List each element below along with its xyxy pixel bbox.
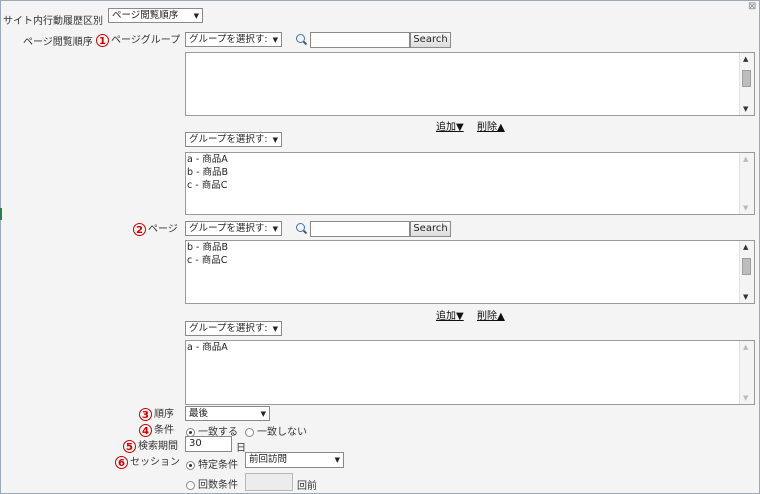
dropdown-arrow-icon: ▼ <box>272 225 278 233</box>
list-item[interactable]: c - 商品C <box>186 254 754 267</box>
close-icon[interactable]: ⊠ <box>748 1 756 12</box>
order-label: 3 順序 <box>139 405 174 421</box>
list-item[interactable]: c - 商品C <box>186 179 754 192</box>
period-label-text: 検索期間 <box>138 441 178 452</box>
scroll-up-icon[interactable]: ▲ <box>743 243 748 251</box>
page-search-button[interactable]: Search <box>410 221 451 237</box>
page-selected-filter-value: グループを選択す: <box>189 323 268 334</box>
search-icon <box>296 223 305 232</box>
list-item[interactable]: a - 商品A <box>186 153 754 166</box>
period-input[interactable]: 30 <box>185 436 232 452</box>
condition-option-nomatch[interactable]: 一致しない <box>245 423 307 438</box>
page-group-selected-list[interactable]: a - 商品A b - 商品B c - 商品C ▲ ▼ <box>185 152 755 215</box>
scrollbar[interactable]: ▲ ▼ <box>739 153 754 214</box>
order-select-value: 最後 <box>189 408 209 419</box>
condition-label-text: 条件 <box>154 425 174 436</box>
page-add-link[interactable]: 追加▼ <box>436 307 464 322</box>
behavior-type-select-value: ページ閲覧順序 <box>112 10 179 21</box>
marker-6: 6 <box>115 455 128 469</box>
scrollbar[interactable]: ▲ ▼ <box>739 341 754 404</box>
scrollbar[interactable]: ▲ ▼ <box>739 53 754 115</box>
condition-label: 4 条件 <box>139 421 174 437</box>
marker-3: 3 <box>139 407 152 421</box>
page-group-filter-value: グループを選択す: <box>189 34 268 45</box>
page-available-list[interactable]: b - 商品B c - 商品C ▲ ▼ <box>185 240 755 304</box>
order-label-text: 順序 <box>154 409 174 420</box>
session-specific-select-value: 前回訪問 <box>249 454 288 465</box>
scroll-down-icon[interactable]: ▼ <box>743 204 748 212</box>
page-selected-list[interactable]: a - 商品A ▲ ▼ <box>185 340 755 405</box>
page-group-label-text: ページグループ <box>111 35 181 46</box>
page-group-selected-filter-select[interactable]: グループを選択す: ▼ <box>185 132 282 147</box>
scroll-down-icon[interactable]: ▼ <box>743 293 748 301</box>
session-label-text: セッション <box>130 457 180 468</box>
page-remove-link[interactable]: 削除▲ <box>477 307 505 322</box>
behavior-type-label: サイト内行動履歴区別 <box>3 16 103 27</box>
page-group-add-link[interactable]: 追加▼ <box>436 118 464 133</box>
page-group-available-list[interactable]: ▲ ▼ <box>185 52 755 116</box>
page-group-remove-link[interactable]: 削除▲ <box>477 118 505 133</box>
list-item[interactable]: a - 商品A <box>186 341 754 354</box>
marker-5: 5 <box>123 439 136 453</box>
scroll-down-icon[interactable]: ▼ <box>743 394 748 402</box>
scroll-up-icon[interactable]: ▲ <box>743 343 748 351</box>
section-label-page-order: ページ閲覧順序 <box>23 37 93 48</box>
scroll-up-icon[interactable]: ▲ <box>743 155 748 163</box>
page-group-search-input[interactable] <box>310 32 410 48</box>
scroll-down-icon[interactable]: ▼ <box>743 105 748 113</box>
radio-icon[interactable] <box>186 480 195 490</box>
page-filter-value: グループを選択す: <box>189 223 268 234</box>
dropdown-arrow-icon: ▼ <box>260 410 266 418</box>
session-specific-select[interactable]: 前回訪問 ▼ <box>245 452 344 468</box>
page-selected-filter-select[interactable]: グループを選択す: ▼ <box>185 321 282 336</box>
page-label: 2 ページ <box>133 220 178 236</box>
left-edge-marker <box>0 208 2 220</box>
session-option-specific-text: 特定条件 <box>198 460 238 471</box>
scroll-thumb[interactable] <box>742 258 751 275</box>
period-label: 5 検索期間 <box>123 437 178 453</box>
page-group-search-button[interactable]: Search <box>410 32 451 48</box>
radio-icon[interactable] <box>245 427 254 437</box>
session-count-unit: 回前 <box>297 481 317 492</box>
order-select[interactable]: 最後 ▼ <box>185 406 270 421</box>
marker-1: 1 <box>96 33 109 47</box>
session-count-input[interactable] <box>245 473 293 491</box>
dropdown-arrow-icon: ▼ <box>272 36 278 44</box>
marker-2: 2 <box>133 222 146 236</box>
session-option-specific[interactable]: 特定条件 <box>186 456 238 471</box>
session-option-count-text: 回数条件 <box>198 480 238 491</box>
scroll-thumb[interactable] <box>742 70 751 87</box>
session-label: 6 セッション <box>115 453 180 469</box>
search-icon <box>296 34 305 43</box>
page-label-text: ページ <box>148 224 178 235</box>
scrollbar[interactable]: ▲ ▼ <box>739 241 754 303</box>
marker-4: 4 <box>139 423 152 437</box>
session-option-count[interactable]: 回数条件 <box>186 476 238 491</box>
page-group-label: 1 ページグループ <box>96 31 180 47</box>
scroll-up-icon[interactable]: ▲ <box>743 55 748 63</box>
dropdown-arrow-icon: ▼ <box>272 136 278 144</box>
radio-icon[interactable] <box>186 460 195 470</box>
page-filter-select[interactable]: グループを選択す: ▼ <box>185 221 282 236</box>
page-group-selected-filter-value: グループを選択す: <box>189 134 268 145</box>
behavior-type-select[interactable]: ページ閲覧順序 ▼ <box>108 8 203 23</box>
dropdown-arrow-icon: ▼ <box>272 325 278 333</box>
list-item[interactable]: b - 商品B <box>186 241 754 254</box>
condition-option-nomatch-text: 一致しない <box>257 427 307 438</box>
dropdown-arrow-icon: ▼ <box>193 12 199 20</box>
page-search-input[interactable] <box>310 221 410 237</box>
page-group-filter-select[interactable]: グループを選択す: ▼ <box>185 32 282 47</box>
dropdown-arrow-icon: ▼ <box>334 456 340 464</box>
list-item[interactable]: b - 商品B <box>186 166 754 179</box>
